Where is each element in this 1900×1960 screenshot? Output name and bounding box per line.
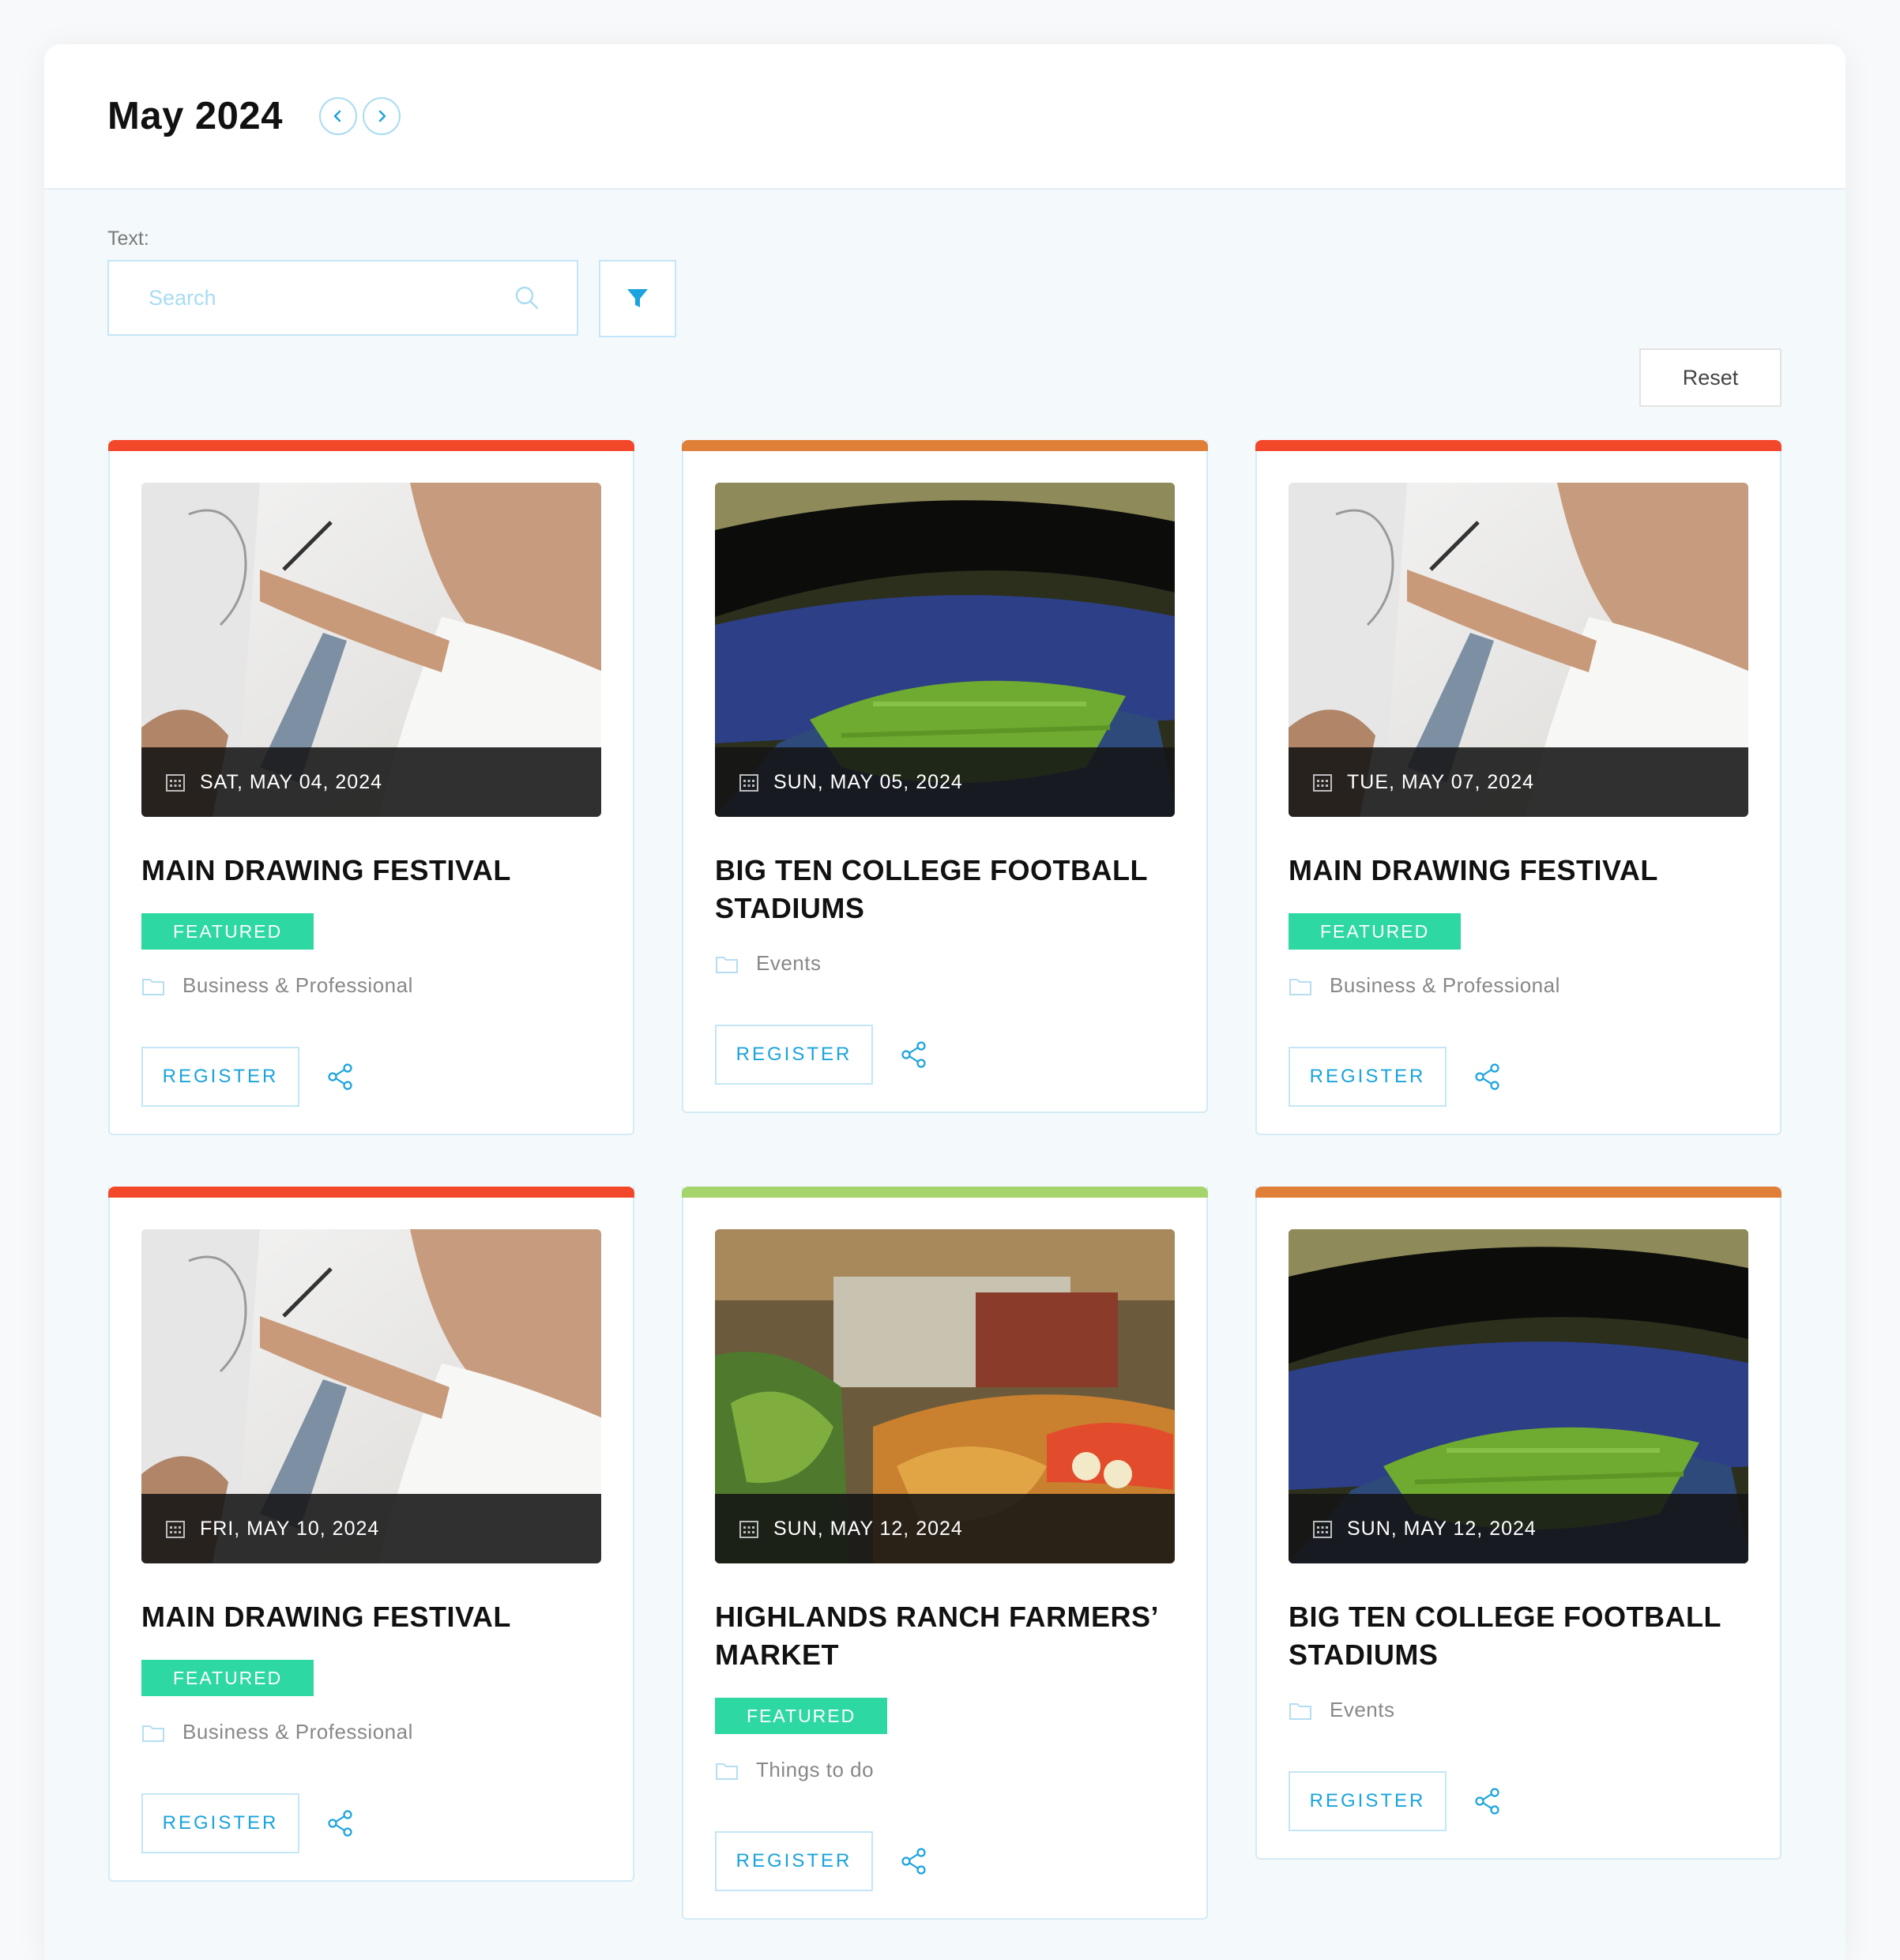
share-icon — [1475, 1063, 1499, 1090]
event-image-market[interactable]: SUN, MAY 12, 2024 — [715, 1229, 1175, 1563]
event-image-stadium[interactable]: SUN, MAY 12, 2024 — [1289, 1229, 1748, 1563]
event-title[interactable]: MAIN DRAWING FESTIVAL — [1289, 852, 1748, 890]
share-icon — [1475, 1788, 1499, 1815]
event-card: SAT, MAY 04, 2024 MAIN DRAWING FESTIVAL … — [108, 440, 634, 1135]
card-color-bar — [108, 1187, 634, 1198]
category-label: Things to do — [756, 1758, 875, 1781]
share-button[interactable] — [1473, 1787, 1502, 1815]
date-strip: SUN, MAY 12, 2024 — [1289, 1494, 1748, 1563]
share-button[interactable] — [326, 1063, 355, 1091]
chevron-left-icon — [333, 110, 341, 122]
folder-icon — [1289, 978, 1311, 995]
register-button[interactable]: REGISTER — [141, 1793, 299, 1853]
event-date: SAT, MAY 04, 2024 — [200, 770, 383, 793]
event-category: Events — [715, 951, 1206, 976]
reset-button[interactable]: Reset — [1639, 348, 1781, 407]
date-strip: SUN, MAY 12, 2024 — [715, 1494, 1175, 1563]
event-category: Business & Professional — [1289, 973, 1780, 998]
featured-badge: FEATURED — [715, 1698, 888, 1734]
card-color-bar — [682, 440, 1208, 451]
calendar-header: May 2024 — [44, 44, 1845, 190]
category-label: Business & Professional — [1330, 973, 1560, 997]
date-strip: TUE, MAY 07, 2024 — [1289, 747, 1748, 817]
date-strip: FRI, MAY 10, 2024 — [141, 1494, 601, 1563]
date-strip: SUN, MAY 05, 2024 — [715, 747, 1175, 817]
share-button[interactable] — [900, 1847, 928, 1875]
card-color-bar — [1255, 440, 1781, 451]
event-image-drawing[interactable]: TUE, MAY 07, 2024 — [1289, 483, 1748, 817]
event-card: FRI, MAY 10, 2024 MAIN DRAWING FESTIVAL … — [108, 1187, 634, 1882]
event-date: TUE, MAY 07, 2024 — [1347, 770, 1535, 793]
event-title[interactable]: BIG TEN COLLEGE FOOTBALL STADIUMS — [715, 852, 1175, 927]
event-image-drawing[interactable]: SAT, MAY 04, 2024 — [141, 483, 601, 817]
share-button[interactable] — [326, 1809, 355, 1838]
event-title[interactable]: MAIN DRAWING FESTIVAL — [141, 1598, 601, 1636]
calendar-icon — [166, 1521, 185, 1538]
featured-badge: FEATURED — [141, 913, 314, 950]
event-category: Events — [1289, 1698, 1780, 1722]
event-category: Things to do — [715, 1758, 1206, 1782]
event-date: SUN, MAY 12, 2024 — [1347, 1517, 1537, 1540]
share-icon — [328, 1810, 352, 1837]
card-color-bar — [682, 1187, 1208, 1198]
event-date: SUN, MAY 05, 2024 — [773, 770, 963, 793]
event-card: SUN, MAY 12, 2024 HIGHLANDS RANCH FARMER… — [682, 1187, 1208, 1920]
register-button[interactable]: REGISTER — [715, 1831, 873, 1891]
event-card: SUN, MAY 05, 2024 BIG TEN COLLEGE FOOTBA… — [682, 440, 1208, 1113]
event-card: TUE, MAY 07, 2024 MAIN DRAWING FESTIVAL … — [1255, 440, 1781, 1135]
prev-month-button[interactable] — [318, 97, 357, 135]
category-label: Events — [1330, 1698, 1395, 1721]
event-image-drawing[interactable]: FRI, MAY 10, 2024 — [141, 1229, 601, 1563]
calendar-icon — [1313, 1521, 1332, 1538]
month-title: May 2024 — [107, 95, 283, 137]
event-title[interactable]: MAIN DRAWING FESTIVAL — [141, 852, 601, 890]
register-button[interactable]: REGISTER — [715, 1025, 873, 1085]
search-placeholder: Search — [149, 285, 216, 310]
share-button[interactable] — [1473, 1063, 1502, 1091]
card-color-bar — [108, 440, 634, 451]
event-title[interactable]: BIG TEN COLLEGE FOOTBALL STADIUMS — [1289, 1598, 1748, 1674]
share-button[interactable] — [900, 1040, 928, 1069]
featured-badge: FEATURED — [141, 1660, 314, 1696]
register-button[interactable]: REGISTER — [1289, 1771, 1447, 1831]
calendar-panel: May 2024 Text: Search Reset SAT, MAY 04,… — [44, 44, 1845, 1960]
category-label: Events — [756, 951, 822, 975]
event-image-stadium[interactable]: SUN, MAY 05, 2024 — [715, 483, 1175, 817]
share-icon — [901, 1848, 926, 1875]
search-icon — [515, 286, 539, 310]
card-color-bar — [1255, 1187, 1781, 1198]
folder-icon — [716, 1762, 738, 1780]
category-label: Business & Professional — [182, 973, 413, 997]
calendar-icon — [739, 774, 758, 792]
chevron-right-icon — [378, 110, 386, 122]
event-date: FRI, MAY 10, 2024 — [200, 1517, 380, 1540]
date-strip: SAT, MAY 04, 2024 — [141, 747, 601, 817]
filter-area: Text: Search — [107, 228, 676, 337]
event-category: Business & Professional — [141, 1720, 633, 1744]
register-button[interactable]: REGISTER — [141, 1047, 299, 1107]
share-icon — [901, 1041, 926, 1068]
filter-funnel-icon — [627, 289, 648, 307]
register-button[interactable]: REGISTER — [1289, 1047, 1447, 1107]
calendar-icon — [166, 774, 185, 792]
folder-icon — [716, 956, 738, 973]
event-title[interactable]: HIGHLANDS RANCH FARMERS’ MARKET — [715, 1598, 1175, 1674]
event-category: Business & Professional — [141, 973, 633, 998]
category-label: Business & Professional — [182, 1720, 413, 1744]
filter-button[interactable] — [599, 260, 676, 337]
month-nav — [318, 97, 401, 135]
event-date: SUN, MAY 12, 2024 — [773, 1517, 963, 1540]
calendar-icon — [739, 1521, 758, 1538]
folder-icon — [142, 1725, 164, 1742]
share-icon — [328, 1063, 352, 1090]
search-input[interactable]: Search — [107, 260, 578, 336]
next-month-button[interactable] — [362, 97, 401, 135]
folder-icon — [142, 978, 164, 995]
event-card: SUN, MAY 12, 2024 BIG TEN COLLEGE FOOTBA… — [1255, 1187, 1781, 1860]
calendar-icon — [1313, 774, 1332, 792]
folder-icon — [1289, 1702, 1311, 1720]
featured-badge: FEATURED — [1289, 913, 1462, 950]
text-filter-label: Text: — [107, 228, 149, 250]
